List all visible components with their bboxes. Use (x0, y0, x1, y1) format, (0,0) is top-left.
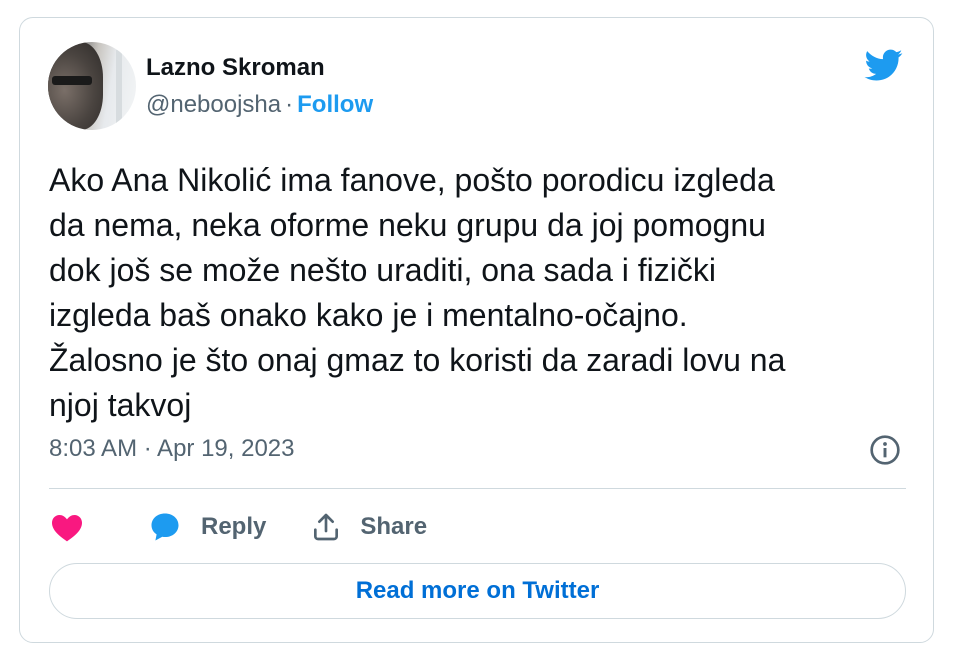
avatar-window-frame (116, 50, 122, 130)
tweet-timestamp[interactable]: 8:03 AM · Apr 19, 2023 (49, 435, 295, 463)
info-icon[interactable] (869, 434, 901, 466)
reply-label: Reply (201, 513, 267, 540)
share-icon (314, 513, 339, 541)
tweet-text: Ako Ana Nikolić ima fanove, pošto porodi… (49, 162, 786, 423)
reply-button[interactable]: Reply (147, 509, 266, 545)
read-more-button[interactable]: Read more on Twitter (49, 563, 906, 619)
follow-link[interactable]: Follow (297, 91, 373, 118)
avatar-face (48, 42, 103, 130)
separator-dot: · (285, 91, 294, 118)
twitter-bird-icon[interactable] (862, 46, 906, 84)
share-label: Share (360, 513, 428, 540)
avatar[interactable] (48, 42, 136, 130)
author-handle[interactable]: @neboojsha (146, 91, 281, 118)
share-button[interactable]: Share (310, 511, 427, 543)
avatar-sunglasses (52, 76, 92, 85)
tweet-card: Lazno Skroman @neboojsha · Follow Ako Ana … (19, 17, 934, 643)
author-name[interactable]: Lazno Skroman (146, 54, 325, 82)
divider (49, 488, 906, 489)
author-handle-line: @neboojsha · Follow (146, 91, 373, 119)
tweet-actions: Reply Share (49, 505, 427, 549)
reply-bubble-icon (151, 513, 179, 541)
heart-icon[interactable] (49, 509, 85, 545)
